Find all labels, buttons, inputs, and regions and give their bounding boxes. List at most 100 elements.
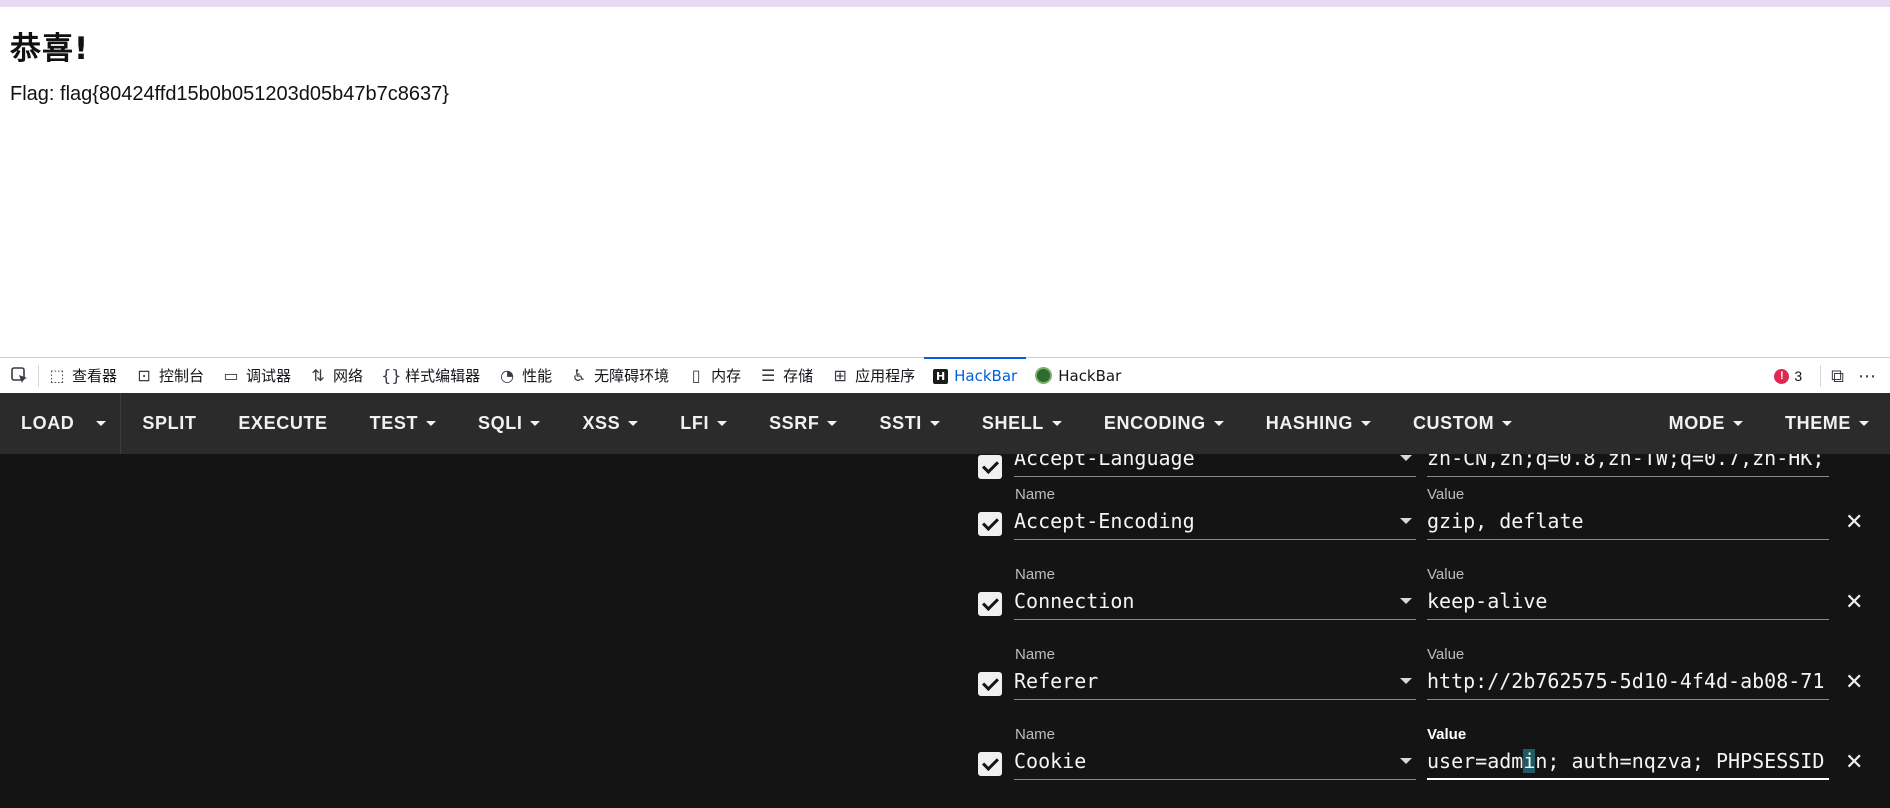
tab-performance[interactable]: ◔ 性能	[489, 358, 561, 394]
ssrf-menu[interactable]: SSRF	[748, 393, 858, 454]
header-value-field[interactable]: keep-alive	[1427, 584, 1829, 620]
encoding-menu[interactable]: ENCODING	[1083, 393, 1245, 454]
name-label: Name	[1015, 646, 1056, 663]
chevron-down-icon	[1400, 455, 1412, 461]
header-row: Name Value Cookie user=admin; auth=nqzva…	[0, 726, 1890, 806]
tab-console[interactable]: ⊡ 控制台	[126, 358, 213, 394]
tab-accessibility[interactable]: ♿ 无障碍环境	[561, 358, 678, 394]
mode-menu[interactable]: MODE	[1648, 393, 1764, 454]
menu-label: SSTI	[879, 413, 922, 433]
chevron-down-icon	[1051, 421, 1062, 426]
tab-label: 无障碍环境	[594, 367, 670, 385]
page-content: 恭喜! Flag: flag{80424ffd15b0b051203d05b47…	[0, 7, 1890, 357]
chevron-down-icon	[1213, 421, 1224, 426]
remove-header-button[interactable]: ✕	[1845, 670, 1863, 695]
sqli-menu[interactable]: SQLI	[457, 393, 561, 454]
tab-memory[interactable]: ▯ 内存	[678, 358, 750, 394]
tab-storage[interactable]: ☰ 存储	[750, 358, 822, 394]
name-label: Name	[1015, 726, 1056, 743]
tab-label: 控制台	[159, 367, 205, 385]
header-name-field[interactable]: Accept-Language	[1014, 454, 1416, 477]
menu-label: CUSTOM	[1412, 413, 1495, 433]
header-row: Name Value Connection keep-alive ✕	[0, 566, 1890, 646]
tab-label: 性能	[522, 367, 553, 385]
tab-style-editor[interactable]: {} 样式编辑器	[372, 358, 489, 394]
memory-icon: ▯	[691, 366, 701, 385]
execute-button[interactable]: EXECUTE	[217, 393, 348, 454]
test-menu[interactable]: TEST	[349, 393, 457, 454]
chevron-down-icon	[827, 421, 838, 426]
header-value-field[interactable]: zh-CN,zh;q=0.8,zh-TW;q=0.7,zh-HK;	[1427, 454, 1829, 477]
xss-menu[interactable]: XSS	[561, 393, 659, 454]
header-value-text: zh-CN,zh;q=0.8,zh-TW;q=0.7,zh-HK;	[1427, 454, 1825, 470]
load-button[interactable]: LOAD	[0, 393, 84, 454]
tab-inspector[interactable]: ⬚ 查看器	[39, 358, 126, 394]
menu-label: TEST	[369, 413, 419, 433]
element-picker-button[interactable]	[0, 364, 39, 387]
header-name-value: Connection	[1014, 589, 1135, 613]
tab-debugger[interactable]: ▭ 调试器	[213, 358, 300, 394]
chevron-down-icon	[1400, 678, 1412, 684]
header-enabled-checkbox[interactable]	[978, 592, 1002, 616]
menu-label: LFI	[680, 413, 710, 433]
header-value-text: gzip, deflate	[1427, 509, 1584, 533]
tab-hackbar[interactable]: H HackBar	[924, 357, 1027, 393]
header-name-field[interactable]: Referer	[1014, 664, 1416, 700]
text-cursor: i	[1523, 749, 1536, 773]
header-enabled-checkbox[interactable]	[978, 512, 1002, 536]
header-enabled-checkbox[interactable]	[978, 752, 1002, 776]
name-label: Name	[1015, 566, 1056, 583]
storage-icon: ☰	[760, 366, 776, 385]
header-value-field[interactable]: gzip, deflate	[1427, 504, 1829, 540]
hackbar-green-icon	[1035, 367, 1053, 384]
chevron-down-icon	[717, 421, 728, 426]
more-options-icon[interactable]: ⋯	[1858, 366, 1876, 387]
header-row: Accept-Language zh-CN,zh;q=0.8,zh-TW;q=0…	[0, 454, 1890, 486]
tab-label: 存储	[783, 367, 814, 385]
header-name-value: Accept-Language	[1014, 454, 1195, 470]
style-editor-icon: {}	[381, 366, 402, 385]
tab-label: 网络	[333, 367, 364, 385]
header-value-text: keep-alive	[1427, 589, 1548, 613]
tab-hackbar-2[interactable]: HackBar	[1026, 358, 1130, 394]
chevron-down-icon	[426, 421, 437, 426]
split-button[interactable]: SPLIT	[121, 393, 217, 454]
ssti-menu[interactable]: SSTI	[858, 393, 960, 454]
chevron-down-icon	[1400, 758, 1412, 764]
remove-header-button[interactable]: ✕	[1845, 590, 1863, 615]
header-enabled-checkbox[interactable]	[978, 672, 1002, 696]
tab-application[interactable]: ⊞ 应用程序	[822, 358, 924, 394]
custom-menu[interactable]: CUSTOM	[1392, 393, 1533, 454]
menu-label: SHELL	[981, 413, 1044, 433]
chevron-down-icon	[929, 421, 940, 426]
chevron-down-icon	[530, 421, 541, 426]
chevron-down-icon	[1733, 421, 1743, 426]
load-options-dropdown[interactable]	[84, 393, 122, 454]
error-icon: !	[1774, 368, 1790, 384]
tab-network[interactable]: ⇅ 网络	[300, 358, 372, 394]
lfi-menu[interactable]: LFI	[659, 393, 748, 454]
header-name-field[interactable]: Accept-Encoding	[1014, 504, 1416, 540]
cookie-value-field[interactable]: user=admin; auth=nqzva; PHPSESSID	[1427, 744, 1829, 780]
hashing-menu[interactable]: HASHING	[1245, 393, 1392, 454]
debugger-icon: ▭	[223, 366, 239, 385]
shell-menu[interactable]: SHELL	[961, 393, 1083, 454]
header-value-field[interactable]: http://2b762575-5d10-4f4d-ab08-71	[1427, 664, 1829, 700]
theme-menu[interactable]: THEME	[1764, 393, 1890, 454]
remove-header-button[interactable]: ✕	[1845, 750, 1863, 775]
header-enabled-checkbox[interactable]	[978, 455, 1002, 479]
tab-label: 调试器	[246, 367, 292, 385]
value-label: Value	[1427, 566, 1465, 583]
error-count-badge[interactable]: ! 3	[1774, 368, 1802, 384]
remove-header-button[interactable]: ✕	[1845, 510, 1863, 535]
hackbar-menu: LOAD SPLIT EXECUTE TEST SQLI XSS LFI SSR…	[0, 393, 1890, 454]
header-name-field[interactable]: Connection	[1014, 584, 1416, 620]
dock-toggle-icon[interactable]: ⧉	[1831, 366, 1844, 387]
menu-label: SSRF	[769, 413, 820, 433]
performance-icon: ◔	[500, 366, 515, 385]
header-name-field[interactable]: Cookie	[1014, 744, 1416, 780]
chevron-down-icon	[1400, 598, 1412, 604]
tab-label: 应用程序	[855, 367, 916, 385]
tab-label: 内存	[711, 367, 742, 385]
header-name-value: Accept-Encoding	[1014, 509, 1195, 533]
